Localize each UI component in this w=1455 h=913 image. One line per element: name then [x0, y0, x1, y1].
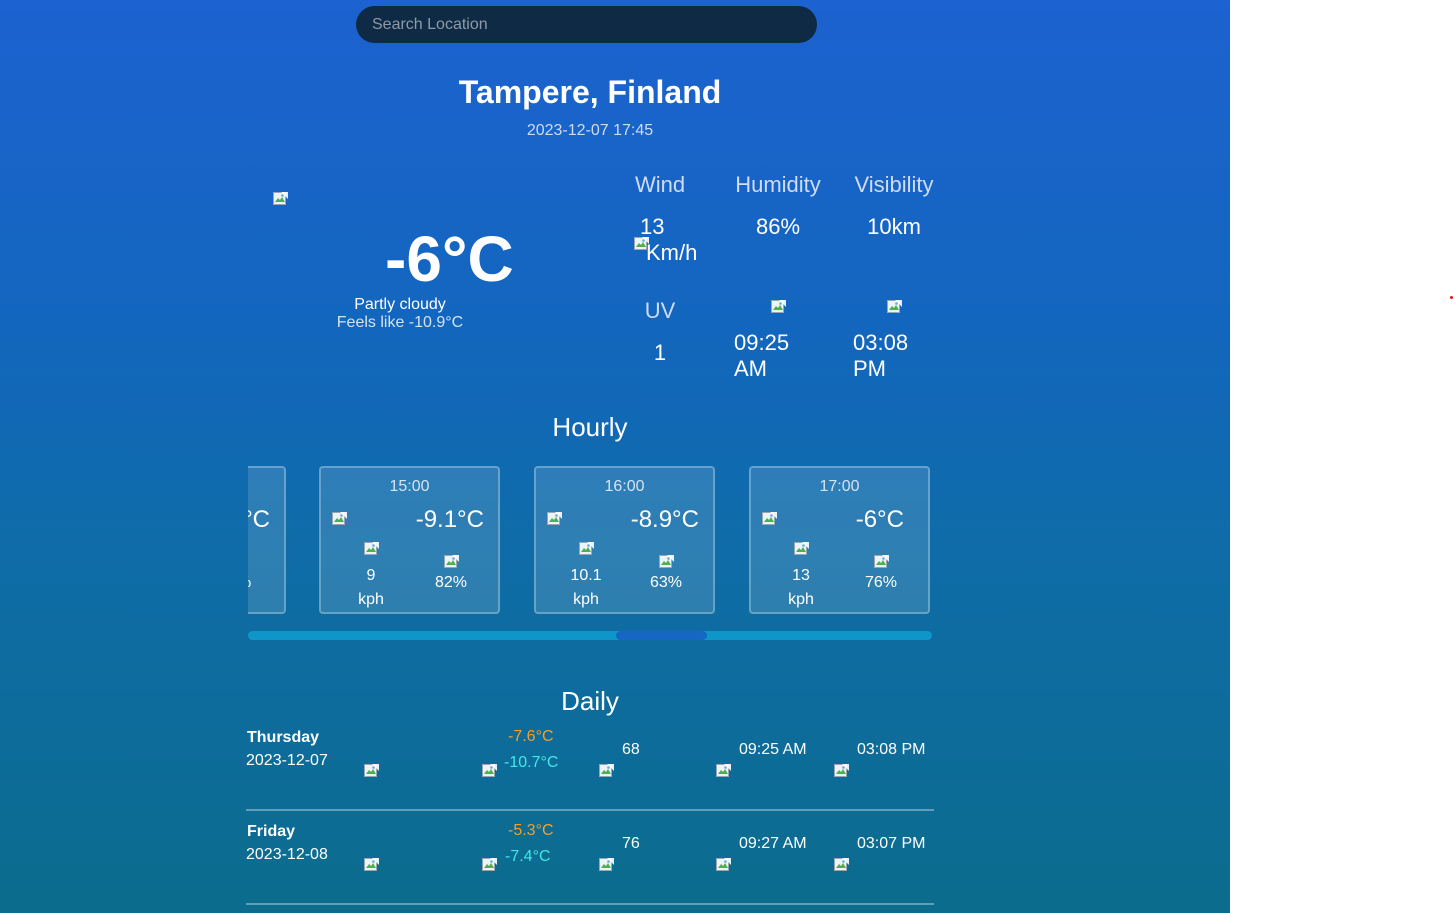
hourly-card: 17:00 -6°C 13 kph 76%	[749, 466, 930, 614]
hourly-card: 16:00 -8.9°C 10.1 kph 63%	[534, 466, 715, 614]
hourly-condition-icon	[761, 511, 777, 527]
weather-condition-icon	[272, 191, 288, 207]
humidity-icon	[873, 554, 889, 570]
sunset-icon	[886, 299, 902, 315]
local-datetime: 2023-12-07 17:45	[526, 122, 654, 139]
daily-row: Friday 2023-12-08 -5.3°C -7.4°C 76 09:27…	[246, 811, 934, 905]
hourly-condition-icon	[546, 511, 562, 527]
wind-icon	[363, 541, 379, 557]
feels-like-text: Feels like -10.9°C	[336, 314, 464, 331]
daily-row: Thursday 2023-12-07 -7.6°C -10.7°C 68 09…	[246, 717, 934, 811]
condition-text: Partly cloudy	[354, 296, 446, 313]
sunrise-icon	[770, 299, 786, 315]
daily-condition-icon	[363, 857, 379, 873]
sunrise-time: 09:25 AM	[734, 330, 790, 381]
current-temperature: -6°C	[385, 223, 514, 295]
sunset-icon	[833, 763, 849, 779]
hourly-title: Hourly	[552, 412, 628, 442]
marker-dot	[1450, 296, 1453, 299]
humidity-value: 86%	[755, 214, 801, 239]
search-input[interactable]	[356, 6, 817, 43]
daily-condition-icon	[363, 763, 379, 779]
visibility-value: 10km	[867, 214, 921, 239]
hourly-card: °C %	[248, 466, 286, 614]
hourly-scroller[interactable]: °C % 15:00 -9.1°C 9kph 82% 16:00 -8.9°C …	[248, 466, 932, 616]
humidity-label: Humidity	[735, 172, 821, 197]
temperature-icon	[481, 857, 497, 873]
wind-label: Wind	[634, 172, 686, 197]
hourly-condition-icon	[331, 511, 347, 527]
uv-label: UV	[644, 298, 676, 323]
sunset-icon	[833, 857, 849, 873]
visibility-label: Visibility	[854, 172, 934, 197]
sunrise-icon	[715, 763, 731, 779]
temperature-icon	[481, 763, 497, 779]
humidity-icon	[443, 554, 459, 570]
hourly-scrollbar[interactable]	[248, 631, 932, 640]
uv-value: 1	[653, 340, 667, 365]
sunrise-icon	[715, 857, 731, 873]
hourly-card: 15:00 -9.1°C 9 kph 82%	[319, 466, 500, 614]
daily-title: Daily	[561, 686, 619, 716]
wind-unit: Km/h	[646, 240, 698, 265]
wind-icon	[793, 541, 809, 557]
humidity-icon	[658, 554, 674, 570]
humidity-icon	[598, 857, 614, 873]
weather-app: Tampere, Finland 2023-12-07 17:45 -6°C P…	[0, 0, 1230, 913]
humidity-icon	[598, 763, 614, 779]
city-title: Tampere, Finland	[458, 74, 722, 110]
sunset-time: 03:08 PM	[853, 330, 909, 381]
scrollbar-thumb[interactable]	[616, 631, 707, 640]
wind-icon	[578, 541, 594, 557]
